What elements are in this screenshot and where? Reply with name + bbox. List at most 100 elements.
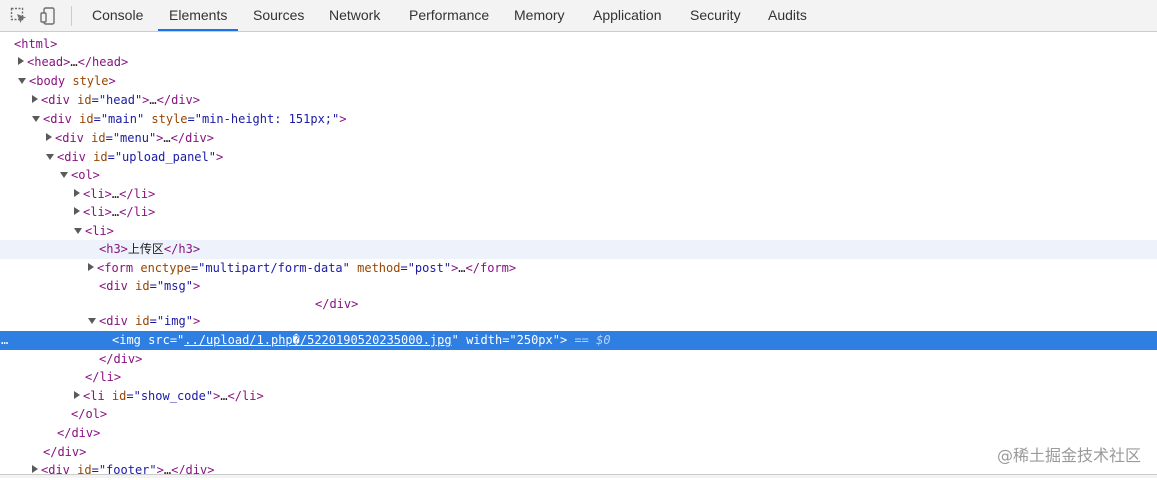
node-upload-close[interactable]: </div> xyxy=(0,424,1157,443)
expand-triangle-icon[interactable] xyxy=(74,391,80,399)
tag-text: </div> xyxy=(315,297,359,311)
tag-text: <div xyxy=(41,93,70,107)
tag-text: <form xyxy=(97,261,134,275)
tag-text: </ol> xyxy=(71,407,108,421)
attr-value: ="upload_panel" xyxy=(107,150,216,164)
tab-performance[interactable]: Performance xyxy=(398,0,500,31)
tab-network[interactable]: Network xyxy=(318,0,391,31)
attr-value: ="multipart/form-data" xyxy=(190,261,350,275)
console-ref-badge: == $0 xyxy=(574,333,611,347)
node-div-msg[interactable]: <div id="msg"> xyxy=(0,277,1157,296)
bottom-border xyxy=(0,474,1157,478)
node-main-close[interactable]: </div> xyxy=(0,443,1157,462)
tag-text: <li> xyxy=(83,187,112,201)
collapse-triangle-icon[interactable] xyxy=(60,172,68,178)
tag-text: <div xyxy=(43,112,72,126)
node-div-img-close[interactable]: </div> xyxy=(0,350,1157,369)
tab-console[interactable]: Console xyxy=(81,0,154,31)
node-h3[interactable]: <h3>上传区</h3> xyxy=(0,240,1157,259)
tab-memory[interactable]: Memory xyxy=(503,0,576,31)
node-li-close[interactable]: </li> xyxy=(0,368,1157,387)
node-div-img[interactable]: <div id="img"> xyxy=(0,312,1157,331)
more-options-ellipsis[interactable]: … xyxy=(1,331,8,350)
attr-name: style xyxy=(151,112,188,126)
tag-text: > xyxy=(192,314,201,328)
tag-text: <div xyxy=(99,314,128,328)
attr-value: ="show_code" xyxy=(126,389,214,403)
expand-triangle-icon[interactable] xyxy=(74,189,80,197)
tag-text: <h3> xyxy=(99,242,128,256)
attr-name: id xyxy=(77,93,92,107)
attr-name: style xyxy=(72,74,109,88)
attr-name: src xyxy=(148,333,170,347)
expand-triangle-icon[interactable] xyxy=(88,263,94,271)
tag-text: <head> xyxy=(27,55,71,69)
tag-text: </h3> xyxy=(163,242,201,256)
tab-security[interactable]: Security xyxy=(679,0,752,31)
node-li-1[interactable]: <li>…</li> xyxy=(0,185,1157,204)
watermark: @稀土掘金技术社区 xyxy=(996,446,1141,465)
tag-text: <li> xyxy=(83,205,112,219)
attr-value: ="post" xyxy=(400,261,452,275)
node-html[interactable]: <html> xyxy=(0,35,1157,54)
node-ol[interactable]: <ol> xyxy=(0,166,1157,185)
attr-value: =" xyxy=(169,333,185,347)
node-head[interactable]: <head>…</head> xyxy=(0,53,1157,72)
tag-text: <li xyxy=(83,389,105,403)
expand-triangle-icon[interactable] xyxy=(32,95,38,103)
node-div-menu[interactable]: <div id="menu">…</div> xyxy=(0,129,1157,148)
attr-name: width xyxy=(466,333,503,347)
node-div-main[interactable]: <div id="main" style="min-height: 151px;… xyxy=(0,110,1157,129)
attr-value: ="menu" xyxy=(105,131,157,145)
tag-text: </div> xyxy=(57,426,101,440)
node-li-3[interactable]: <li> xyxy=(0,222,1157,241)
node-div-upload-panel[interactable]: <div id="upload_panel"> xyxy=(0,148,1157,167)
collapse-triangle-icon[interactable] xyxy=(18,78,26,84)
tag-text: </li> xyxy=(227,389,264,403)
attr-value: ="250px" xyxy=(502,333,560,347)
collapse-triangle-icon[interactable] xyxy=(46,154,54,160)
tag-text: </head> xyxy=(77,55,129,69)
tag-text: > xyxy=(108,74,116,88)
attr-name: method xyxy=(357,261,401,275)
tag-text: > xyxy=(215,150,224,164)
attr-name: id xyxy=(79,112,94,126)
attr-name: id xyxy=(135,279,150,293)
tag-text: <div xyxy=(99,279,128,293)
tab-elements[interactable]: Elements xyxy=(158,0,239,31)
dom-tree: <html> <head>…</head> <body style> <div … xyxy=(0,32,1157,478)
expand-triangle-icon[interactable] xyxy=(32,465,38,473)
attr-name: enctype xyxy=(140,261,191,275)
inspect-element-icon[interactable] xyxy=(10,7,28,25)
tag-text: <div xyxy=(57,150,86,164)
src-link[interactable]: ../upload/1.php�/5220190520235000.jpg xyxy=(184,333,451,347)
tag-text: > xyxy=(559,333,568,347)
expand-triangle-icon[interactable] xyxy=(18,57,24,65)
node-li-2[interactable]: <li>…</li> xyxy=(0,203,1157,222)
attr-value: ="head" xyxy=(91,93,143,107)
toolbar-separator xyxy=(71,6,72,26)
tag-text: > xyxy=(192,279,201,293)
node-form[interactable]: <form enctype="multipart/form-data" meth… xyxy=(0,259,1157,278)
expand-triangle-icon[interactable] xyxy=(74,207,80,215)
node-div-head[interactable]: <div id="head">…</div> xyxy=(0,91,1157,110)
tab-application[interactable]: Application xyxy=(582,0,673,31)
tab-audits[interactable]: Audits xyxy=(757,0,818,31)
collapse-triangle-icon[interactable] xyxy=(32,116,40,122)
node-body[interactable]: <body style> xyxy=(0,72,1157,91)
collapse-triangle-icon[interactable] xyxy=(88,318,96,324)
node-img-selected[interactable]: … <img src="../upload/1.php�/52201905202… xyxy=(0,331,1157,350)
attr-name: id xyxy=(135,314,150,328)
tag-text: </li> xyxy=(85,370,122,384)
device-toggle-icon[interactable] xyxy=(40,7,58,25)
expand-triangle-icon[interactable] xyxy=(46,133,52,141)
tag-text: </div> xyxy=(156,93,200,107)
node-li-show-code[interactable]: <li id="show_code">…</li> xyxy=(0,387,1157,406)
attr-value: " xyxy=(451,333,459,347)
tab-sources[interactable]: Sources xyxy=(242,0,315,31)
collapse-triangle-icon[interactable] xyxy=(74,228,82,234)
collapsed-ellipsis: … xyxy=(220,389,228,403)
tag-text: </div> xyxy=(43,445,87,459)
node-ol-close[interactable]: </ol> xyxy=(0,405,1157,424)
tag-text: </li> xyxy=(119,205,156,219)
